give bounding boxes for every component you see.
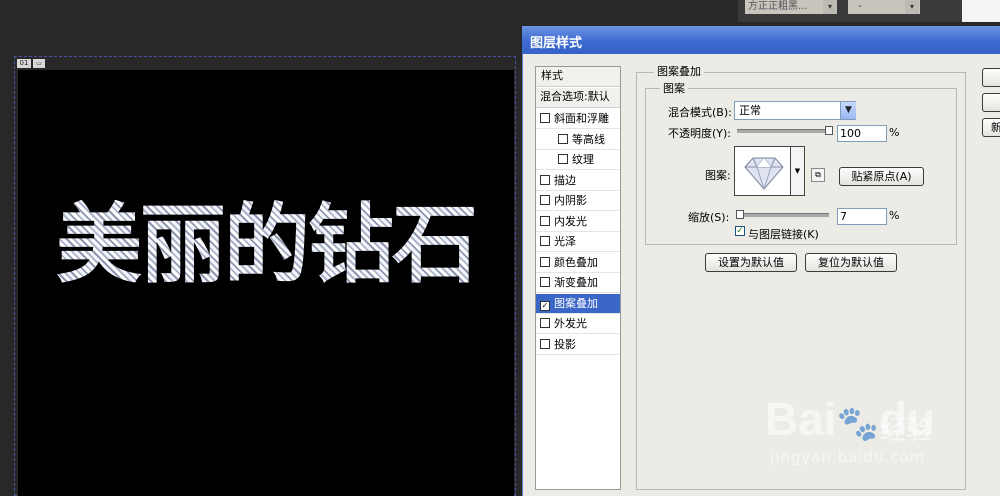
style-item[interactable]: 描边 [536, 171, 620, 191]
style-item-checkbox[interactable] [558, 133, 568, 144]
make-default-button[interactable]: 设置为默认值 [705, 253, 797, 272]
blending-options-item[interactable]: 混合选项:默认 [536, 88, 620, 108]
opacity-input[interactable]: 100 [837, 125, 887, 142]
style-item[interactable]: 斜面和浮雕 [536, 109, 620, 129]
opacity-unit: % [889, 126, 900, 139]
style-item-checkbox[interactable] [540, 215, 550, 226]
style-item-label: 内发光 [554, 214, 587, 228]
style-item-label: 投影 [554, 337, 576, 351]
style-item-label: 渐变叠加 [554, 276, 598, 289]
scale-label: 缩放(S): [688, 211, 730, 224]
style-item-label: 颜色叠加 [554, 255, 598, 269]
reset-default-button[interactable]: 复位为默认值 [805, 253, 897, 272]
new-style-button[interactable]: 新 [982, 118, 1000, 137]
chevron-down-icon[interactable]: ▾ [905, 0, 919, 14]
blend-mode-label: 混合模式(B): [668, 106, 732, 119]
style-item-label: 纹理 [572, 153, 594, 166]
scale-slider-track[interactable] [737, 213, 829, 217]
document-tab-label[interactable]: 01 [17, 59, 31, 68]
watermark-url: jingyan.baidu.com [770, 448, 926, 466]
group-title: 图案 [660, 80, 688, 96]
scale-input[interactable]: 7 [837, 208, 887, 225]
style-item[interactable]: 渐变叠加 [536, 273, 620, 293]
styles-header[interactable]: 样式 [536, 67, 620, 87]
style-item-label: 描边 [554, 173, 576, 187]
blend-mode-select[interactable]: 正常 [734, 101, 856, 120]
style-item[interactable]: 颜色叠加 [536, 253, 620, 273]
style-item[interactable]: 光泽 [536, 232, 620, 252]
style-item-label: 外发光 [554, 317, 587, 330]
paw-icon: 🐾 [836, 405, 879, 443]
style-item[interactable]: 内阴影 [536, 191, 620, 211]
diamond-icon [744, 157, 784, 191]
style-item-checkbox[interactable] [540, 174, 550, 185]
style-item[interactable]: 外发光 [536, 314, 620, 334]
dialog-titlebar[interactable] [522, 26, 1000, 54]
style-item-label: 光泽 [554, 235, 576, 248]
opacity-slider-thumb[interactable] [825, 126, 833, 135]
style-item-checkbox[interactable] [558, 154, 568, 164]
chevron-down-icon[interactable]: ▼ [840, 102, 856, 119]
new-preset-icon[interactable]: ⧉ [811, 168, 825, 182]
style-item-checkbox[interactable] [540, 277, 550, 287]
scale-slider-thumb[interactable] [736, 210, 744, 219]
snap-to-origin-button[interactable]: 贴紧原点(A) [839, 167, 924, 186]
style-item-checkbox[interactable] [540, 113, 550, 123]
opacity-slider-track[interactable] [737, 129, 829, 133]
style-item[interactable]: 纹理 [536, 150, 620, 170]
link-with-layer-checkbox[interactable]: ✓ [735, 226, 745, 236]
dialog-title: 图层样式 [530, 36, 583, 51]
document-icon: ▭ [33, 59, 45, 68]
style-item-checkbox[interactable]: ✓ [540, 300, 550, 311]
scale-unit: % [889, 209, 900, 222]
style-item[interactable]: ✓ 图案叠加 [536, 293, 620, 314]
style-item-label: 内阴影 [554, 194, 587, 207]
opacity-label: 不透明度(Y): [668, 127, 732, 140]
link-with-layer-label: 与图层链接(K) [748, 228, 819, 241]
watermark-jingyan: 经验 [880, 416, 933, 446]
style-item-checkbox[interactable] [540, 338, 550, 349]
style-item-checkbox[interactable] [540, 236, 550, 246]
style-item-checkbox[interactable] [540, 318, 550, 328]
chevron-down-icon[interactable]: ▾ [823, 0, 837, 14]
section-title: 图案叠加 [654, 63, 704, 79]
canvas-text-layer: 美丽的钻石 [18, 195, 514, 295]
pattern-dropdown-arrow[interactable]: ▼ [791, 146, 805, 196]
panel-edge [962, 0, 1000, 22]
style-item-label: 斜面和浮雕 [554, 112, 609, 125]
watermark-brand: Bai [765, 393, 837, 445]
pattern-label: 图案: [705, 169, 731, 182]
style-item-checkbox[interactable] [540, 195, 550, 205]
cancel-button[interactable] [982, 93, 1000, 112]
style-item[interactable]: 等高线 [536, 130, 620, 150]
ok-button[interactable] [982, 68, 1000, 87]
style-item-label: 图案叠加 [554, 296, 598, 310]
style-item[interactable]: 内发光 [536, 212, 620, 232]
style-item-label: 等高线 [572, 132, 605, 146]
style-item-checkbox[interactable] [540, 256, 550, 267]
pattern-picker[interactable] [734, 146, 791, 196]
font-family-field[interactable]: 方正正粗黑... [745, 0, 823, 14]
style-item[interactable]: 投影 [536, 335, 620, 355]
